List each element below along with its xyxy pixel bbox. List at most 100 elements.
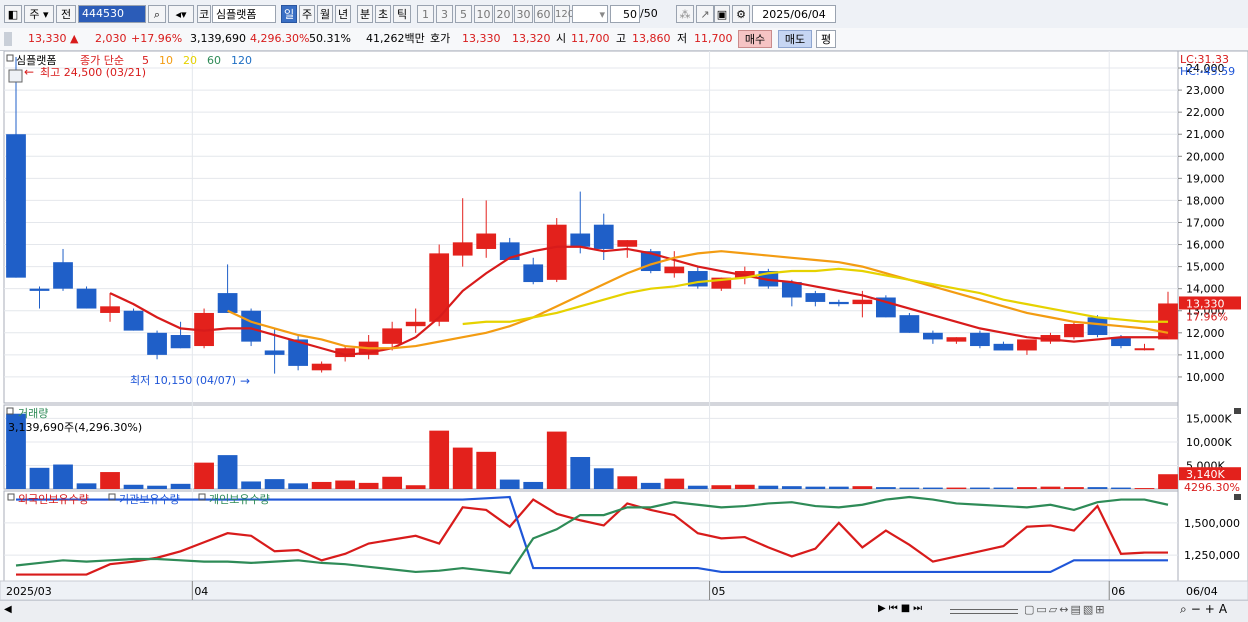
custom-period-field[interactable]: ▾ xyxy=(572,5,608,23)
stock-code-input[interactable] xyxy=(78,5,146,23)
candle-body xyxy=(946,337,967,342)
zoom-slider[interactable] xyxy=(950,609,1018,614)
ask-price: 13,330 xyxy=(462,32,501,45)
volume-bar xyxy=(523,481,544,489)
volume-bar xyxy=(1158,474,1178,489)
gear-icon[interactable]: ⚙ xyxy=(732,5,750,23)
period-select[interactable]: 주 ▾ xyxy=(24,5,54,23)
buy-button[interactable]: 매수 xyxy=(738,30,772,48)
tool-icons[interactable]: ▢▭▱↔▤▧⊞ xyxy=(1024,603,1106,616)
volume-info: 3,139,690주(4,296.30%) xyxy=(8,421,142,434)
volume-bar xyxy=(335,480,356,489)
eval-button[interactable]: 평 xyxy=(816,30,836,48)
volume-bar xyxy=(1017,487,1037,489)
tab-month[interactable]: 월 xyxy=(317,5,333,23)
volume-value: 3,139,690 xyxy=(190,32,246,45)
minute-option[interactable]: 5 xyxy=(455,5,472,23)
tab-day[interactable]: 일 xyxy=(281,5,297,23)
minute-option[interactable]: 20 xyxy=(494,5,513,23)
draw-icon[interactable]: ↗ xyxy=(696,5,714,23)
compare-icon[interactable]: ⁂ xyxy=(676,5,694,23)
volume-bar xyxy=(1111,487,1131,489)
min-annotation: 최저 10,150 (04/07) xyxy=(130,374,236,387)
search-icon[interactable]: ⌕ xyxy=(148,5,166,23)
volume-bar xyxy=(970,487,990,489)
scroll-left-arrow[interactable]: ◀ xyxy=(4,604,12,615)
volume-bar xyxy=(899,487,920,489)
sell-button[interactable]: 매도 xyxy=(778,30,812,48)
volume-close-icon xyxy=(1234,408,1241,414)
chart-type-icon[interactable]: ◧ xyxy=(4,5,22,23)
volume-bar xyxy=(29,467,50,489)
minute-option[interactable]: 60 xyxy=(534,5,553,23)
price-tick-label: 17,000 xyxy=(1186,216,1225,229)
chart-svg[interactable]: 10,00011,00012,00013,00014,00015,00016,0… xyxy=(0,50,1248,601)
volume-tag: 3,140K xyxy=(1186,468,1225,481)
tab-second[interactable]: 초 xyxy=(375,5,391,23)
volume-bar xyxy=(76,483,97,489)
grip-icon xyxy=(4,32,12,46)
hc-label: HC:-45.59 xyxy=(1180,65,1235,78)
zoom-icons[interactable]: ⌕−+A xyxy=(1180,602,1231,617)
volume-bar xyxy=(499,479,520,489)
tab-tick[interactable]: 틱 xyxy=(393,5,411,23)
candle-body xyxy=(617,240,638,247)
candle-body xyxy=(899,315,920,333)
candle-body xyxy=(76,288,97,309)
volume-bar xyxy=(452,447,473,489)
price-change-pct: +17.96% xyxy=(131,32,183,45)
volume-bar xyxy=(664,478,685,489)
count-field[interactable]: 50 xyxy=(610,5,640,23)
holdings-legend-item: 기관보유수량 xyxy=(119,493,180,506)
volume-bar xyxy=(993,487,1014,489)
volume-bar xyxy=(781,486,802,489)
holdings-legend-item: 외국인보유수량 xyxy=(18,493,89,506)
open-label: 시 xyxy=(556,32,567,45)
tab-year[interactable]: 년 xyxy=(335,5,351,23)
price-tick-label: 19,000 xyxy=(1186,172,1225,185)
tab-minute[interactable]: 분 xyxy=(357,5,373,23)
prev-button[interactable]: 전 xyxy=(56,5,76,23)
quote-bar: 13,330 ▲ 2,030 +17.96% 3,139,690 4,296.3… xyxy=(0,28,1248,51)
legend-ma-period: 60 xyxy=(207,54,221,67)
volume-bar xyxy=(382,476,403,489)
volume-bar xyxy=(946,487,967,489)
turnover-pct: 50.31% xyxy=(309,32,351,45)
tab-week[interactable]: 주 xyxy=(299,5,315,23)
chart-area[interactable]: 10,000 11,000 12,000 13,000 14,000 15,000 16,0… xyxy=(0,50,1248,601)
candle-body xyxy=(852,299,873,305)
min-arrow: → xyxy=(240,374,250,388)
candle-body xyxy=(476,233,497,249)
minute-option[interactable]: 10 xyxy=(474,5,493,23)
candle-body xyxy=(664,266,685,274)
minute-option[interactable]: 30 xyxy=(514,5,533,23)
candle-body xyxy=(6,134,26,278)
volume-pct-tag: 4296.30% xyxy=(1184,481,1240,494)
x-axis-label: 05 xyxy=(712,585,726,598)
volume-bar xyxy=(264,479,285,489)
candle-body xyxy=(970,332,990,347)
stock-name-field[interactable]: 심플랫폼 xyxy=(212,5,276,23)
volume-bar xyxy=(170,483,191,489)
bottom-scrollbar[interactable]: ◀ ▶⏮■⏭ ▢▭▱↔▤▧⊞ ⌕−+A xyxy=(0,600,1248,622)
holdings-close-icon xyxy=(1234,494,1241,500)
candle-body xyxy=(311,363,332,371)
candle-body xyxy=(546,224,567,280)
last-pct-tag: 17.96% xyxy=(1186,310,1228,323)
minute-option[interactable]: 3 xyxy=(436,5,453,23)
bid-price: 13,320 xyxy=(512,32,551,45)
toolbar: ◧ 주 ▾ 전 ⌕ ◂▾ 코 심플랫폼 일 주 월 년 분 초 틱 1 3 5 … xyxy=(0,0,1248,29)
price-tick-label: 15,000 xyxy=(1186,261,1225,274)
volume-bar xyxy=(288,483,308,489)
candle-body xyxy=(53,262,73,289)
date-field[interactable]: 2025/06/04 xyxy=(752,5,836,23)
volume-pct: 4,296.30% xyxy=(250,32,310,45)
save-icon[interactable]: ▣ xyxy=(714,5,730,23)
holdings-tick-label: 1,250,000 xyxy=(1184,549,1240,562)
speaker-icon[interactable]: ◂▾ xyxy=(168,5,194,23)
minute-option[interactable]: 120 xyxy=(554,5,574,23)
price-tick-label: 21,000 xyxy=(1186,128,1225,141)
minute-option[interactable]: 1 xyxy=(417,5,434,23)
candle-body xyxy=(405,321,426,327)
holdings-tick-label: 1,500,000 xyxy=(1184,517,1240,530)
